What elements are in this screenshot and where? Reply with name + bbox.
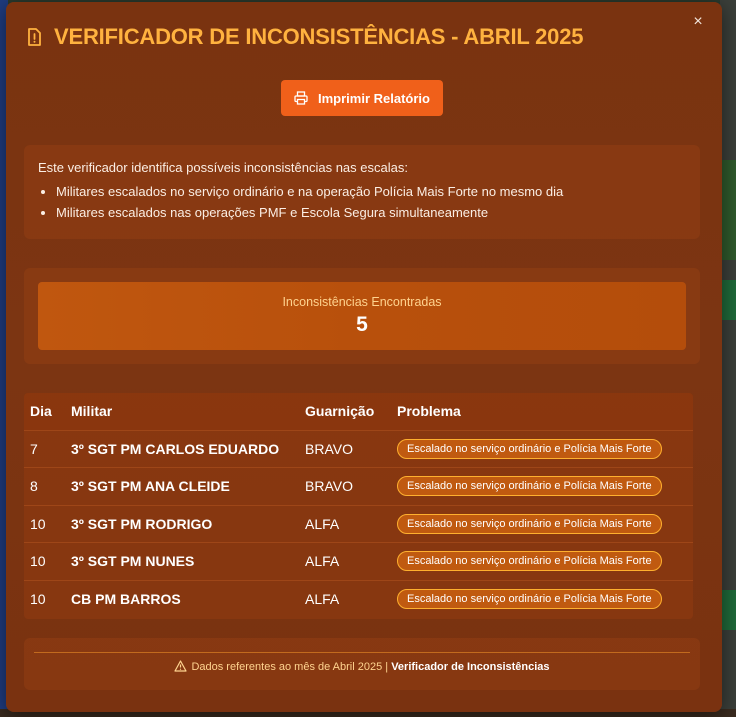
cell-militar: CB PM BARROS: [65, 579, 299, 618]
modal-footer: Dados referentes ao mês de Abril 2025 | …: [24, 638, 700, 690]
summary-card: Inconsistências Encontradas 5: [38, 282, 686, 350]
cell-dia: 7: [24, 429, 65, 468]
problem-badge: Escalado no serviço ordinário e Polícia …: [397, 513, 662, 534]
info-item: Militares escalados no serviço ordinário…: [56, 184, 686, 199]
table-row: 8 3º SGT PM ANA CLEIDE BRAVO Escalado no…: [24, 467, 693, 505]
inconsistency-table: Dia Militar Guarnição Problema 7 3º SGT …: [24, 393, 693, 619]
footer-note: Dados referentes ao mês de Abril 2025 |: [191, 661, 392, 673]
cell-guarnicao: ALFA: [299, 579, 391, 618]
cell-dia: 10: [24, 504, 65, 543]
cell-problema: Escalado no serviço ordinário e Polícia …: [391, 467, 693, 505]
cell-problema: Escalado no serviço ordinário e Polícia …: [391, 542, 693, 580]
problem-badge: Escalado no serviço ordinário e Polícia …: [397, 589, 662, 609]
close-icon[interactable]: ×: [688, 12, 708, 32]
col-header-militar: Militar: [65, 393, 299, 430]
cell-guarnicao: ALFA: [299, 504, 391, 543]
problem-badge: Escalado no serviço ordinário e Polícia …: [397, 476, 662, 497]
background-page-right: [720, 0, 736, 717]
col-header-problema: Problema: [391, 393, 693, 430]
cell-problema: Escalado no serviço ordinário e Polícia …: [391, 579, 693, 618]
cell-dia: 10: [24, 579, 65, 618]
table-row: 10 3º SGT PM NUNES ALFA Escalado no serv…: [24, 542, 693, 580]
problem-badge: Escalado no serviço ordinário e Polícia …: [397, 551, 662, 572]
summary-count: 5: [356, 313, 368, 336]
summary-label: Inconsistências Encontradas: [282, 295, 442, 309]
cell-militar: 3º SGT PM NUNES: [65, 542, 299, 580]
footer-text: Dados referentes ao mês de Abril 2025 | …: [24, 660, 700, 673]
cell-guarnicao: BRAVO: [299, 467, 391, 505]
cell-problema: Escalado no serviço ordinário e Polícia …: [391, 429, 693, 468]
cell-dia: 10: [24, 542, 65, 580]
info-item: Militares escalados nas operações PMF e …: [56, 205, 686, 220]
alert-file-icon: [28, 28, 41, 46]
warning-triangle-icon: [174, 660, 188, 672]
modal-header: VERIFICADOR DE INCONSISTÊNCIAS - ABRIL 2…: [24, 24, 583, 50]
table-row: 7 3º SGT PM CARLOS EDUARDO BRAVO Escalad…: [24, 429, 693, 468]
table-header-row: Dia Militar Guarnição Problema: [24, 393, 693, 430]
cell-militar: 3º SGT PM RODRIGO: [65, 504, 299, 543]
col-header-dia: Dia: [24, 393, 65, 430]
cell-problema: Escalado no serviço ordinário e Polícia …: [391, 504, 693, 543]
problem-badge: Escalado no serviço ordinário e Polícia …: [397, 438, 662, 459]
info-box: Este verificador identifica possíveis in…: [24, 145, 700, 239]
cell-dia: 8: [24, 467, 65, 505]
inconsistency-modal: × VERIFICADOR DE INCONSISTÊNCIAS - ABRIL…: [6, 2, 722, 712]
cell-guarnicao: ALFA: [299, 542, 391, 580]
info-intro: Este verificador identifica possíveis in…: [38, 160, 408, 175]
table-row: 10 3º SGT PM RODRIGO ALFA Escalado no se…: [24, 504, 693, 543]
modal-title: VERIFICADOR DE INCONSISTÊNCIAS - ABRIL 2…: [54, 24, 584, 49]
summary-panel: Inconsistências Encontradas 5: [24, 268, 700, 364]
info-list: Militares escalados no serviço ordinário…: [38, 184, 686, 220]
print-report-label: Imprimir Relatório: [318, 90, 430, 106]
print-report-button[interactable]: Imprimir Relatório: [281, 80, 443, 116]
cell-militar: 3º SGT PM ANA CLEIDE: [65, 467, 299, 505]
table-row: 10 CB PM BARROS ALFA Escalado no serviço…: [24, 579, 693, 618]
footer-divider: [34, 652, 690, 653]
cell-guarnicao: BRAVO: [299, 429, 391, 468]
cell-militar: 3º SGT PM CARLOS EDUARDO: [65, 429, 299, 468]
col-header-guarnicao: Guarnição: [299, 393, 391, 430]
printer-icon: [294, 91, 308, 105]
footer-brand: Verificador de Inconsistências: [391, 661, 550, 673]
